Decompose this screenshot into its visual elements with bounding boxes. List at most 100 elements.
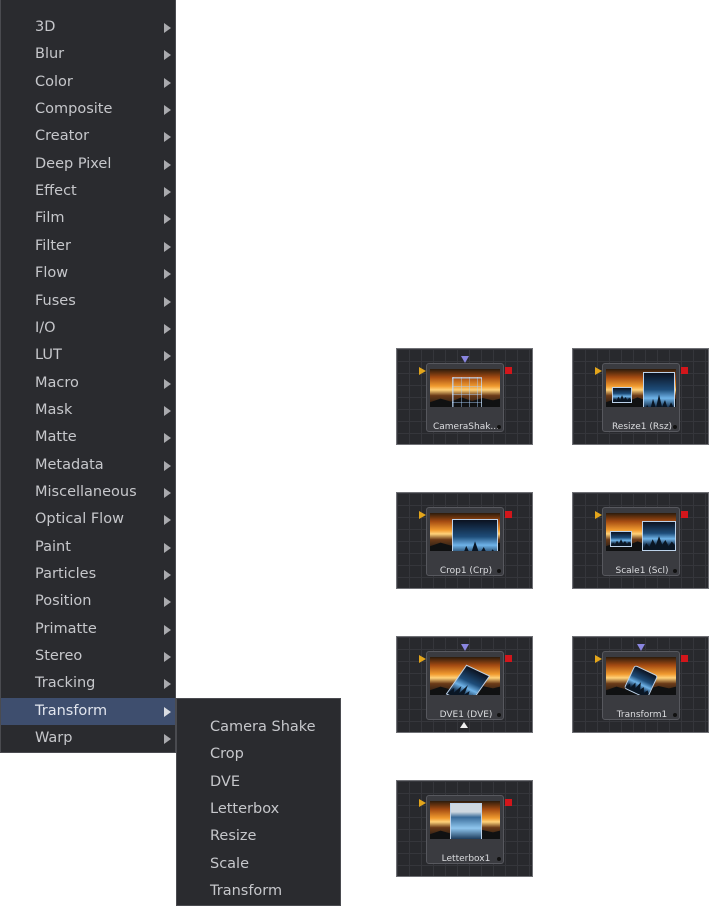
menu-item-deep-pixel[interactable]: Deep Pixel bbox=[1, 151, 175, 178]
chevron-right-icon bbox=[164, 570, 171, 580]
submenu-item-letterbox[interactable]: Letterbox bbox=[177, 796, 340, 823]
menu-item-metadata[interactable]: Metadata bbox=[1, 452, 175, 479]
transform-node[interactable]: Transform1 bbox=[602, 651, 680, 720]
letterbox-node[interactable]: Letterbox1 bbox=[426, 795, 504, 864]
menu-item-label: Mask bbox=[35, 401, 73, 418]
menu-item-3d[interactable]: 3D bbox=[1, 14, 175, 41]
input-port-icon[interactable] bbox=[595, 655, 602, 663]
menu-item-color[interactable]: Color bbox=[1, 69, 175, 96]
crop-node[interactable]: Crop1 (Crp) bbox=[426, 507, 504, 576]
menu-item-label: Matte bbox=[35, 429, 77, 446]
menu-item-effect[interactable]: Effect bbox=[1, 178, 175, 205]
menu-item-creator[interactable]: Creator bbox=[1, 123, 175, 150]
menu-item-transform[interactable]: Transform bbox=[1, 697, 175, 725]
scale-node[interactable]: Scale1 (Scl) bbox=[602, 507, 680, 576]
node-tile-letterbox: Letterbox1 bbox=[396, 780, 533, 877]
submenu-item-camera-shake[interactable]: Camera Shake bbox=[177, 714, 340, 741]
menu-item-label: Flow bbox=[35, 265, 69, 282]
submenu-item-label: DVE bbox=[210, 773, 240, 790]
menu-item-miscellaneous[interactable]: Miscellaneous bbox=[1, 479, 175, 506]
output-port-icon[interactable] bbox=[505, 799, 512, 806]
menu-item-label: Color bbox=[35, 73, 73, 90]
chevron-right-icon bbox=[164, 351, 171, 362]
node-label: Crop1 (Crp) bbox=[439, 566, 493, 576]
menu-item-position[interactable]: Position bbox=[1, 588, 175, 615]
output-port-icon[interactable] bbox=[681, 367, 688, 374]
input-port-icon[interactable] bbox=[419, 799, 426, 807]
input-port-icon[interactable] bbox=[419, 367, 426, 375]
input-port-icon[interactable] bbox=[595, 367, 602, 375]
submenu-item-scale[interactable]: Scale bbox=[177, 851, 340, 878]
menu-item-particles[interactable]: Particles bbox=[1, 561, 175, 588]
effect-mask-input-icon[interactable] bbox=[460, 722, 468, 728]
chevron-right-icon bbox=[164, 269, 171, 280]
camerashake-node[interactable]: CameraShak... bbox=[426, 363, 504, 432]
node-thumbnail bbox=[430, 369, 500, 407]
input-port-icon[interactable] bbox=[419, 511, 426, 519]
node-label: Scale1 (Scl) bbox=[615, 566, 669, 576]
input-port-icon[interactable] bbox=[419, 655, 426, 663]
menu-item-film[interactable]: Film bbox=[1, 205, 175, 232]
menu-item-stereo[interactable]: Stereo bbox=[1, 643, 175, 670]
chevron-right-icon bbox=[164, 132, 171, 143]
menu-item-label: Stereo bbox=[35, 648, 83, 665]
menu-item-mask[interactable]: Mask bbox=[1, 397, 175, 424]
menu-item-paint[interactable]: Paint bbox=[1, 534, 175, 561]
submenu-item-crop[interactable]: Crop bbox=[177, 741, 340, 768]
node-status-dot bbox=[673, 569, 677, 573]
menu-item-label: I/O bbox=[35, 319, 56, 336]
menu-item-label: Metadata bbox=[35, 456, 104, 473]
shake-grid-overlay bbox=[452, 377, 482, 407]
menu-item-label: Transform bbox=[35, 702, 108, 719]
output-port-icon[interactable] bbox=[505, 655, 512, 662]
node-status-dot bbox=[673, 425, 677, 429]
submenu-item-label: Transform bbox=[210, 883, 283, 900]
submenu-item-dve[interactable]: DVE bbox=[177, 769, 340, 796]
menu-item-lut[interactable]: LUT bbox=[1, 342, 175, 369]
menu-item-label: Film bbox=[35, 210, 65, 227]
node-tile-scale: Scale1 (Scl) bbox=[572, 492, 709, 589]
chevron-right-icon bbox=[164, 515, 171, 526]
submenu-item-transform[interactable]: Transform bbox=[177, 878, 340, 905]
dve-node[interactable]: DVE1 (DVE) bbox=[426, 651, 504, 720]
menu-item-label: Blur bbox=[35, 46, 65, 63]
node-status-dot bbox=[497, 425, 501, 429]
menu-item-primatte[interactable]: Primatte bbox=[1, 616, 175, 643]
output-port-icon[interactable] bbox=[505, 511, 512, 518]
output-port-icon[interactable] bbox=[681, 511, 688, 518]
node-tile-crop: Crop1 (Crp) bbox=[396, 492, 533, 589]
menu-item-warp[interactable]: Warp bbox=[1, 725, 175, 752]
menu-item-optical-flow[interactable]: Optical Flow bbox=[1, 506, 175, 533]
mask-input-icon[interactable] bbox=[637, 644, 645, 651]
node-thumbnail bbox=[606, 369, 676, 407]
chevron-right-icon bbox=[164, 23, 171, 33]
menu-item-label: Tracking bbox=[35, 675, 96, 692]
menu-item-filter[interactable]: Filter bbox=[1, 233, 175, 260]
menu-item-tracking[interactable]: Tracking bbox=[1, 670, 175, 697]
output-port-icon[interactable] bbox=[681, 655, 688, 662]
menu-item-label: Optical Flow bbox=[35, 511, 124, 528]
mask-input-icon[interactable] bbox=[461, 644, 469, 651]
chevron-right-icon bbox=[164, 77, 171, 88]
menu-item-label: Composite bbox=[35, 101, 113, 118]
menu-item-composite[interactable]: Composite bbox=[1, 96, 175, 123]
menu-item-label: Particles bbox=[35, 566, 97, 582]
submenu-item-resize[interactable]: Resize bbox=[177, 823, 340, 850]
menu-item-blur[interactable]: Blur bbox=[1, 41, 175, 68]
menu-item-label: Warp bbox=[35, 730, 73, 747]
menu-item-label: Primatte bbox=[35, 620, 97, 637]
transform-submenu: Camera Shake Crop DVE Letterbox Resize Scale T… bbox=[176, 698, 341, 906]
resize-node[interactable]: Resize1 (Rsz) bbox=[602, 363, 680, 432]
input-port-icon[interactable] bbox=[595, 511, 602, 519]
output-port-icon[interactable] bbox=[505, 367, 512, 374]
menu-item-flow[interactable]: Flow bbox=[1, 260, 175, 287]
node-status-dot bbox=[497, 857, 501, 861]
node-label: DVE1 (DVE) bbox=[439, 710, 493, 720]
menu-item-matte[interactable]: Matte bbox=[1, 424, 175, 451]
mask-input-icon[interactable] bbox=[461, 356, 469, 363]
node-status-dot bbox=[673, 713, 677, 717]
menu-item-i-o[interactable]: I/O bbox=[1, 315, 175, 342]
menu-item-macro[interactable]: Macro bbox=[1, 370, 175, 397]
menu-item-fuses[interactable]: Fuses bbox=[1, 288, 175, 315]
chevron-right-icon bbox=[164, 624, 171, 635]
